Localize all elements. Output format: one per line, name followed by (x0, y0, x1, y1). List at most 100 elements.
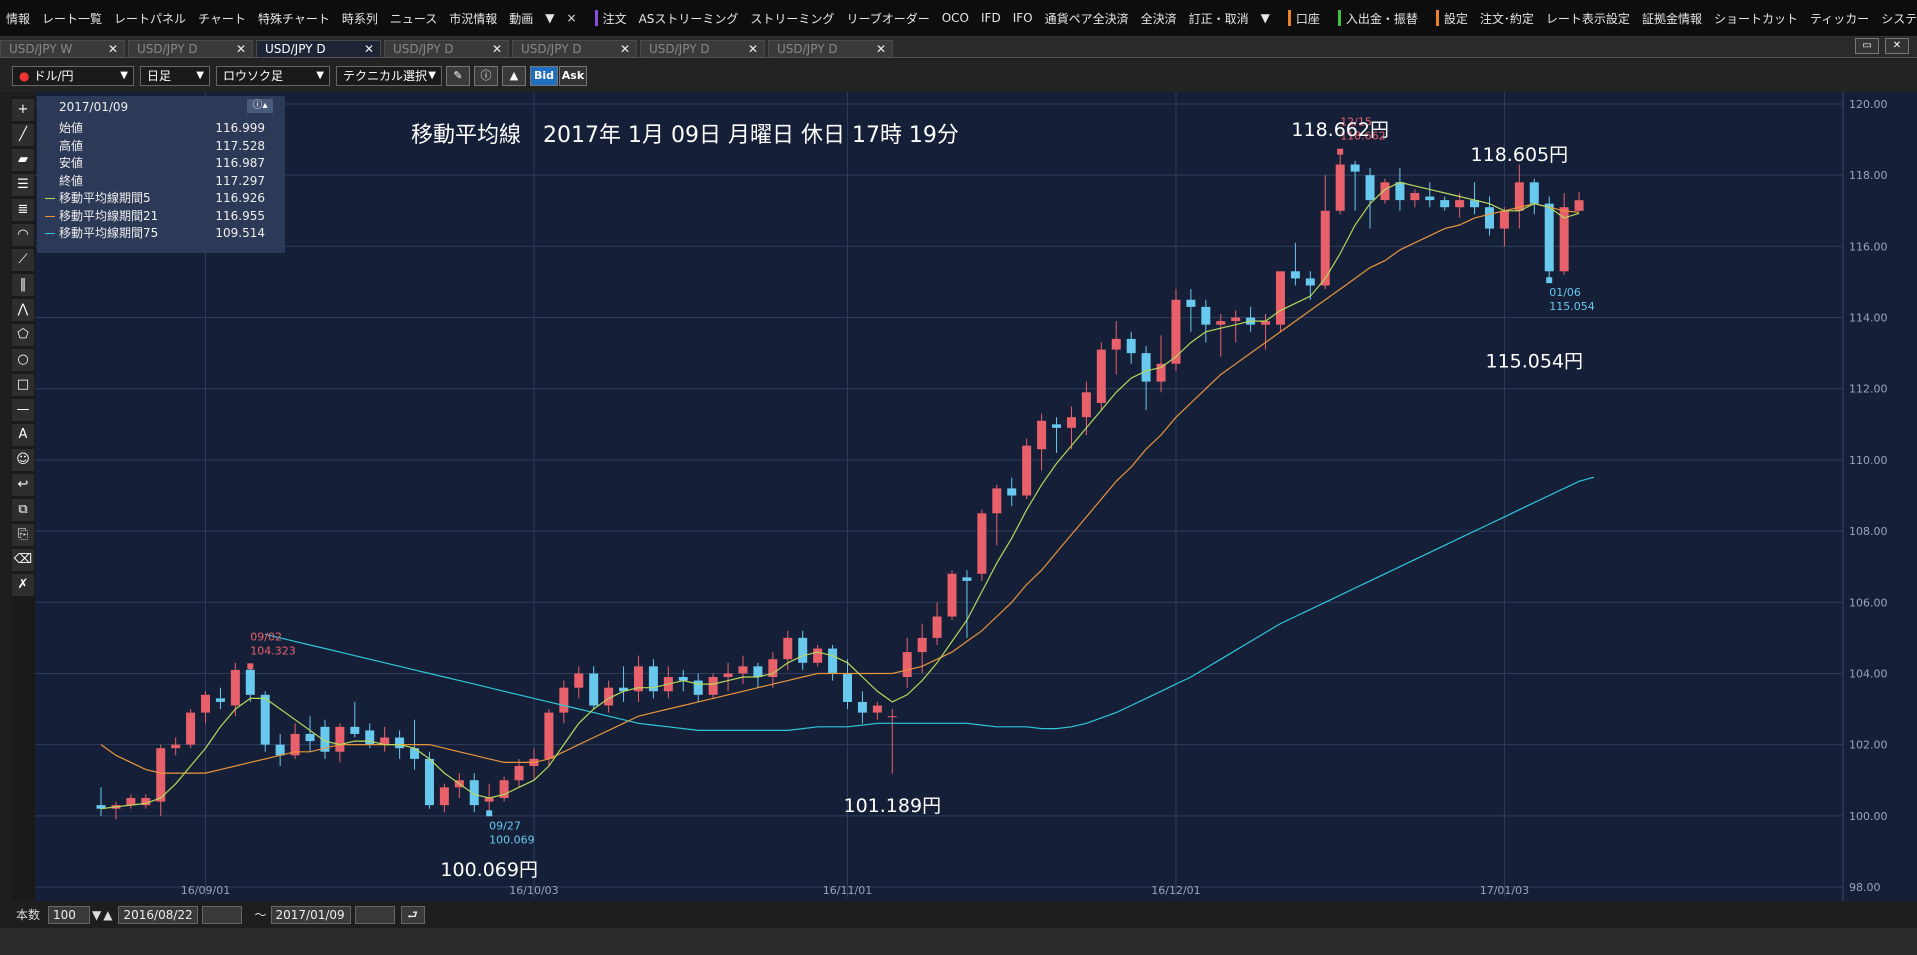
period-select[interactable]: 日足 ▼ (140, 65, 210, 86)
order-menu-item-6[interactable]: 通貨ペア全決済 (1039, 10, 1135, 27)
menu-item-8[interactable]: 動画 (503, 10, 539, 27)
order-menu-item-2[interactable]: リーブオーダー (840, 10, 935, 27)
info-value: 116.999 (215, 121, 265, 135)
chart-area[interactable]: 98.00 100.00 102.00 104.00 106.00 108.00 110.0… (35, 92, 1917, 901)
menu-item-3[interactable]: チャート (192, 10, 252, 27)
fib-arc-tool-icon[interactable]: ◠ (12, 224, 34, 246)
menu-item-5[interactable]: 時系列 (336, 10, 384, 27)
from-date-input[interactable]: 2016/08/22 (118, 905, 199, 924)
order-menu-item-1[interactable]: ストリーミング (744, 10, 840, 27)
count-down-icon[interactable]: ▼ (92, 908, 101, 922)
chart-type-button[interactable]: ▲ (502, 65, 526, 86)
tab-close-icon[interactable]: ✕ (492, 41, 502, 58)
extreme-date-label: 09/02 (250, 630, 282, 643)
menu-group-account[interactable]: 口座 (1282, 10, 1326, 27)
fan-tool-icon[interactable]: ⟋ (12, 249, 34, 271)
menu-item-7[interactable]: 市況情報 (443, 10, 503, 27)
settings-menu-item-2[interactable]: 証拠金情報 (1636, 10, 1708, 27)
candle-body (1305, 278, 1315, 286)
count-label: 本数 (16, 908, 41, 922)
trendline-tool-icon[interactable]: ╱ (12, 124, 34, 146)
pitchfork-tool-icon[interactable]: ⋀ (12, 299, 34, 321)
icon-stamp-tool-icon[interactable]: ☺ (12, 449, 34, 471)
tab-close-icon[interactable]: ✕ (876, 41, 886, 58)
candle-body (1052, 424, 1062, 428)
tab-2[interactable]: USD/JPY D ✕ (256, 40, 381, 57)
settings-menu-item-5[interactable]: システム (1875, 10, 1917, 27)
candle-body (365, 730, 375, 745)
paste-tool-icon[interactable]: ⎘ (12, 524, 34, 546)
tab-0[interactable]: USD/JPY W ✕ (0, 40, 125, 57)
tab-6[interactable]: USD/JPY D ✕ (768, 40, 893, 57)
bid-button[interactable]: Bid (530, 65, 558, 86)
chart-style-select[interactable]: ロウソク足 ▼ (216, 65, 330, 86)
tab-5[interactable]: USD/JPY D ✕ (640, 40, 765, 57)
apply-range-button[interactable]: ⮐ (400, 905, 425, 924)
order-menu-item-0[interactable]: ASストリーミング (633, 10, 745, 27)
drawing-toolbar: + ╱ ▰ ☰ ≣ ◠ ⟋ ‖ ⋀ ⬠ ○ □ — A ☺ ↩ ⧉ ⎘ ⌫ ✗ (11, 96, 35, 901)
horizontal-line-tool-icon[interactable]: — (12, 399, 34, 421)
menu-item-6[interactable]: ニュース (384, 10, 443, 27)
rectangle-tool-icon[interactable]: □ (12, 374, 34, 396)
circle-tool-icon[interactable]: ○ (12, 349, 34, 371)
order-menu-item-8[interactable]: 訂正・取消 (1183, 10, 1255, 27)
order-menu-item-4[interactable]: IFD (975, 11, 1007, 25)
polygon-tool-icon[interactable]: ⬠ (12, 324, 34, 346)
tab-close-icon[interactable]: ✕ (620, 41, 630, 58)
order-expand-icon[interactable]: ▼ (1255, 11, 1276, 25)
info-button[interactable]: ⓘ (474, 65, 498, 86)
settings-menu-item-0[interactable]: 注文･約定 (1474, 10, 1540, 27)
mountain-chart-icon: ▲ (509, 68, 519, 82)
ruler-tool-icon[interactable]: ▰ (12, 149, 34, 171)
menu-item-1[interactable]: レート一覧 (36, 10, 108, 27)
candle-body (1022, 445, 1032, 496)
eraser-tool-icon[interactable]: ⌫ (12, 549, 34, 571)
tab-3[interactable]: USD/JPY D ✕ (384, 40, 509, 57)
crosshair-tool-icon[interactable]: + (12, 99, 34, 121)
tab-close-icon[interactable]: ✕ (364, 41, 374, 58)
time-zone-tool-icon[interactable]: ‖ (12, 274, 34, 296)
tab-4[interactable]: USD/JPY D ✕ (512, 40, 637, 57)
erase-all-tool-icon[interactable]: ✗ (12, 574, 34, 596)
draw-tool-button[interactable]: ✎ (446, 65, 470, 86)
count-input[interactable]: 100 (48, 905, 91, 924)
copy-tool-icon[interactable]: ⧉ (12, 499, 34, 521)
count-up-icon[interactable]: ▲ (103, 908, 112, 922)
technical-select[interactable]: テクニカル選択 ▼ (336, 65, 442, 86)
menu-item-2[interactable]: レートパネル (108, 10, 192, 27)
tab-1[interactable]: USD/JPY D ✕ (128, 40, 253, 57)
menu-item-4[interactable]: 特殊チャート (252, 10, 336, 27)
tab-close-icon[interactable]: ✕ (748, 41, 758, 58)
menu-group-settings[interactable]: 設定 (1430, 10, 1474, 27)
menu-group-order[interactable]: 注文 (589, 10, 633, 27)
menu-expand-icon[interactable]: ▼ (539, 11, 560, 25)
tab-close-icon[interactable]: ✕ (236, 41, 246, 58)
close-window-button[interactable]: ✕ (1885, 38, 1909, 54)
menu-item-0[interactable]: 情報 (0, 10, 36, 27)
ask-button[interactable]: Ask (559, 65, 587, 86)
group-color-bar (1287, 10, 1291, 26)
settings-menu-item-3[interactable]: ショートカット (1708, 10, 1804, 27)
menu-group-deposit[interactable]: 入出金・振替 (1332, 10, 1424, 27)
order-menu-item-3[interactable]: OCO (936, 11, 975, 25)
to-time-input[interactable] (354, 905, 395, 924)
candle-body (544, 712, 554, 759)
menu-close-icon[interactable]: × (561, 11, 583, 25)
x-tick-label: 17/01/03 (1480, 884, 1529, 897)
parallel-lines-tool-icon[interactable]: ☰ (12, 174, 34, 196)
to-date-input[interactable]: 2017/01/09 (270, 905, 351, 924)
fibonacci-tool-icon[interactable]: ≣ (12, 199, 34, 221)
text-tool-icon[interactable]: A (12, 424, 34, 446)
restore-window-button[interactable]: ▭ (1855, 38, 1879, 54)
tab-close-icon[interactable]: ✕ (108, 41, 118, 58)
currency-pair-select[interactable]: ● ドル/円 ▼ (12, 65, 134, 86)
from-time-input[interactable] (202, 905, 243, 924)
settings-menu-item-4[interactable]: ティッカー (1804, 10, 1875, 27)
order-menu-item-7[interactable]: 全決済 (1135, 10, 1183, 27)
candlestick-chart[interactable]: 98.00 100.00 102.00 104.00 106.00 108.00 110.0… (35, 92, 1917, 901)
undo-tool-icon[interactable]: ↩ (12, 474, 34, 496)
settings-menu-item-1[interactable]: レート表示設定 (1540, 10, 1636, 27)
chevron-down-icon: ▼ (428, 69, 436, 81)
info-toggle-button[interactable]: ⓘ▴ (247, 99, 273, 113)
order-menu-item-5[interactable]: IFO (1007, 11, 1039, 25)
